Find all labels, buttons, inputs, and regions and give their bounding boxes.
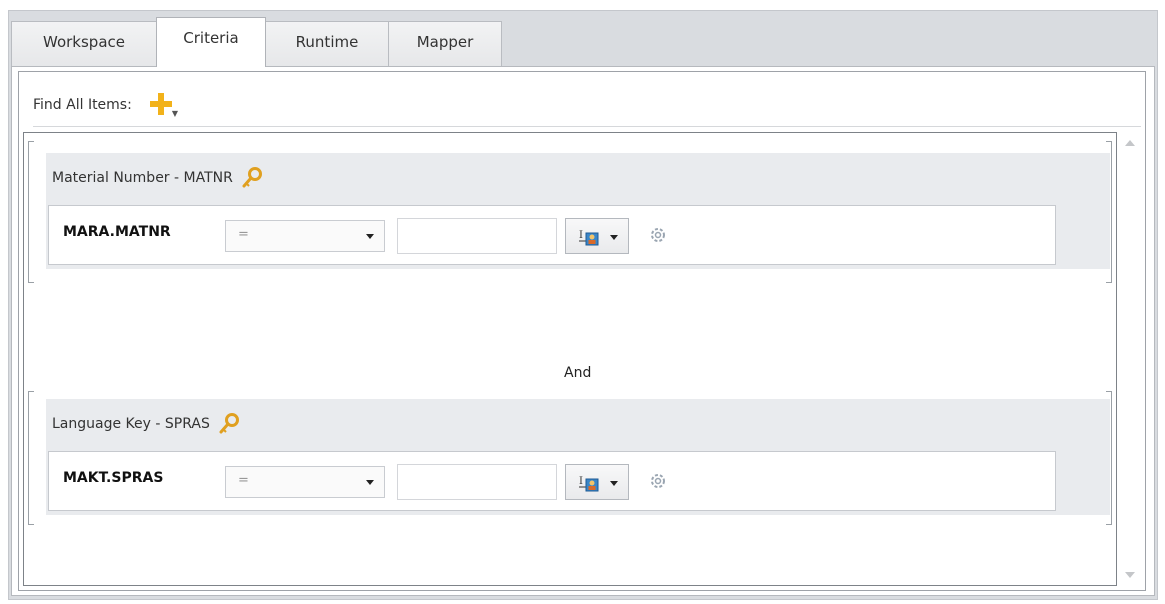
group-title: Language Key - SPRAS [52,413,240,435]
criteria-row: MARA.MATNR = I [48,205,1056,265]
field-name: MARA.MATNR [63,224,171,240]
scroll-up-icon[interactable] [1125,140,1135,146]
value-input[interactable] [397,464,557,500]
value-input[interactable] [397,218,557,254]
chevron-down-icon [366,480,374,485]
gear-svg [651,228,665,242]
scroll-down-icon[interactable] [1125,572,1135,578]
tab-runtime[interactable]: Runtime [265,21,389,67]
gear-svg [651,474,665,488]
value-type-icon: I [579,476,599,492]
group-title-text: Language Key - SPRAS [52,416,210,432]
operator-value: = [238,227,249,242]
operator-value: = [238,473,249,488]
group-title-text: Material Number - MATNR [52,170,233,186]
group-title: Material Number - MATNR [52,167,263,189]
gear-icon[interactable] [645,466,671,496]
plus-vertical [157,93,164,115]
group-bracket-left [28,391,34,525]
criteria-group: Language Key - SPRAS MAKT.SPRAS = I [46,399,1110,515]
svg-text:I: I [579,230,583,241]
value-type-icon: I [579,230,599,246]
tab-workspace[interactable]: Workspace [11,21,157,67]
and-joiner-label: And [564,365,592,381]
operator-dropdown[interactable]: = [225,220,385,252]
gear-icon[interactable] [645,220,671,250]
criteria-group: Material Number - MATNR MARA.MATNR = I [46,153,1110,269]
criteria-row: MAKT.SPRAS = I [48,451,1056,511]
criteria-scroll-area: Material Number - MATNR MARA.MATNR = I A… [23,132,1117,586]
tab-criteria[interactable]: Criteria [156,17,266,67]
find-all-items-label: Find All Items: [33,97,132,113]
criteria-window: Workspace Criteria Runtime Mapper Find A… [8,10,1158,600]
find-all-items-row: Find All Items: ▼ [33,90,178,120]
operator-dropdown[interactable]: = [225,466,385,498]
value-type-button[interactable]: I [565,218,629,254]
value-type-button[interactable]: I [565,464,629,500]
svg-text:I: I [579,476,583,487]
header-divider [33,126,1141,127]
field-name: MAKT.SPRAS [63,470,164,486]
criteria-panel: Find All Items: ▼ Material Number - MATN… [11,66,1155,596]
vertical-scrollbar[interactable] [1121,132,1141,586]
tab-mapper[interactable]: Mapper [388,21,502,67]
key-icon [242,167,262,188]
group-bracket-left [28,141,34,283]
add-plus-icon[interactable]: ▼ [146,91,178,119]
chevron-down-icon [610,481,618,486]
caret-down-icon: ▼ [171,109,178,118]
criteria-frame: Find All Items: ▼ Material Number - MATN… [18,71,1146,591]
chevron-down-icon [610,235,618,240]
key-icon [219,413,239,434]
chevron-down-icon [366,234,374,239]
